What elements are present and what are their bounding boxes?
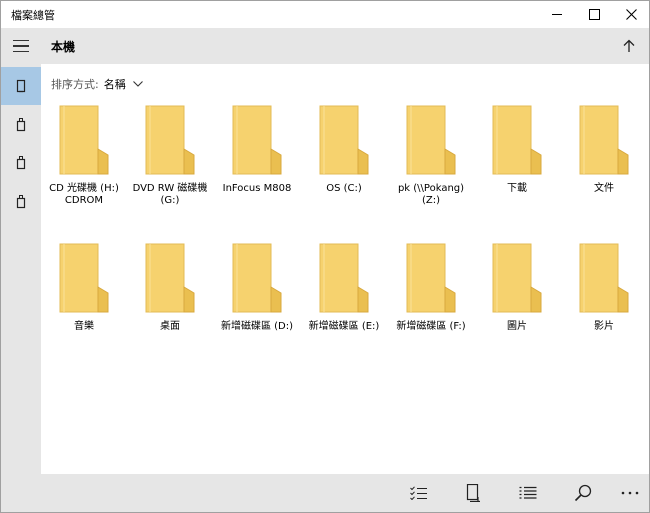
file-explorer-window: 檔案總管 本機 排序方式: 名稱 CD 光碟機 (H:) CDROM DVD R…: [0, 0, 650, 513]
folder-item[interactable]: 新增磁碟區 (D:): [214, 243, 300, 333]
sidebar-item-drive-3[interactable]: [1, 183, 41, 221]
folder-icon: [232, 243, 282, 313]
usb-drive-icon: [16, 156, 26, 170]
folder-item[interactable]: CD 光碟機 (H:) CDROM: [41, 105, 127, 207]
folder-icon: [492, 105, 542, 175]
folder-icon: [232, 105, 282, 175]
up-button[interactable]: [617, 34, 641, 58]
folder-thumbnail: [490, 243, 544, 313]
new-device-button[interactable]: [461, 481, 485, 505]
folder-thumbnail: [230, 243, 284, 313]
close-button[interactable]: [613, 1, 649, 28]
folder-thumbnail: [57, 105, 111, 175]
folder-item[interactable]: DVD RW 磁碟機 (G:): [127, 105, 213, 207]
folder-item[interactable]: 新增磁碟區 (F:): [388, 243, 474, 333]
app-title: 檔案總管: [11, 9, 55, 22]
folder-item[interactable]: InFocus M808: [214, 105, 300, 195]
view-button[interactable]: [516, 481, 540, 505]
folder-label: 新增磁碟區 (F:): [396, 321, 466, 332]
page-title: 本機: [51, 40, 76, 54]
folder-thumbnail: [143, 243, 197, 313]
folder-icon: [319, 105, 369, 175]
folder-icon: [59, 105, 109, 175]
maximize-button[interactable]: [576, 1, 612, 28]
folder-thumbnail: [404, 243, 458, 313]
folder-label: OS (C:): [326, 183, 362, 194]
folder-thumbnail: [577, 105, 631, 175]
folder-icon: [406, 243, 456, 313]
folder-icon: [579, 105, 629, 175]
folder-label: 新增磁碟區 (E:): [308, 321, 380, 332]
folder-item[interactable]: OS (C:): [301, 105, 387, 195]
device-icon: [16, 79, 26, 93]
folder-item[interactable]: 音樂: [41, 243, 127, 333]
list-view-icon: [519, 486, 537, 499]
folder-thumbnail: [404, 105, 458, 175]
bottom-app-bar: [41, 474, 649, 512]
sort-value: 名稱: [103, 78, 126, 91]
more-icon: [621, 491, 639, 495]
folder-label: CD 光碟機 (H:) CDROM: [49, 183, 119, 206]
search-button[interactable]: [571, 481, 595, 505]
sidebar: [1, 28, 41, 512]
hamburger-line: [13, 45, 29, 47]
folder-icon: [145, 243, 195, 313]
new-device-icon: [466, 484, 480, 502]
sort-dropdown[interactable]: 排序方式: 名稱: [51, 75, 143, 93]
folder-item[interactable]: 文件: [561, 105, 647, 195]
sidebar-item-this-pc[interactable]: [1, 67, 41, 105]
folder-thumbnail: [577, 243, 631, 313]
title-bar: 檔案總管: [1, 1, 649, 28]
hamburger-line: [13, 40, 29, 42]
arrow-up-icon: [623, 39, 635, 52]
folder-icon: [579, 243, 629, 313]
more-button[interactable]: [618, 481, 642, 505]
folder-label: 桌面: [160, 321, 180, 332]
folder-item[interactable]: 新增磁碟區 (E:): [301, 243, 387, 333]
select-button[interactable]: [407, 481, 431, 505]
folder-label: 音樂: [74, 321, 94, 332]
folder-icon: [319, 243, 369, 313]
folder-item[interactable]: 下載: [474, 105, 560, 195]
folder-label: DVD RW 磁碟機 (G:): [132, 183, 208, 206]
chevron-down-icon: [132, 81, 143, 87]
folder-item[interactable]: pk (\\Pokang) (Z:): [388, 105, 474, 207]
minimize-icon: [552, 14, 562, 15]
items-grid: CD 光碟機 (H:) CDROM DVD RW 磁碟機 (G:) InFocus …: [41, 101, 649, 471]
folder-thumbnail: [317, 243, 371, 313]
folder-item[interactable]: 圖片: [474, 243, 560, 333]
folder-label: 影片: [594, 321, 614, 332]
sidebar-item-drive-2[interactable]: [1, 144, 41, 182]
header-bar: 本機: [41, 28, 649, 64]
folder-icon: [492, 243, 542, 313]
folder-item[interactable]: 桌面: [127, 243, 213, 333]
folder-item[interactable]: 影片: [561, 243, 647, 333]
folder-icon: [406, 105, 456, 175]
sidebar-item-drive-1[interactable]: [1, 106, 41, 144]
usb-drive-icon: [16, 195, 26, 209]
maximize-icon: [588, 9, 600, 20]
hamburger-menu-button[interactable]: [1, 28, 41, 64]
select-list-icon: [410, 486, 427, 500]
usb-drive-icon: [16, 118, 26, 132]
folder-label: 下載: [507, 183, 527, 194]
folder-thumbnail: [143, 105, 197, 175]
hamburger-line: [13, 50, 29, 52]
folder-icon: [145, 105, 195, 175]
folder-thumbnail: [57, 243, 111, 313]
close-icon: [625, 9, 637, 20]
folder-thumbnail: [230, 105, 284, 175]
folder-label: 文件: [594, 183, 614, 194]
folder-thumbnail: [490, 105, 544, 175]
folder-label: 新增磁碟區 (D:): [220, 321, 294, 332]
sort-label: 排序方式:: [51, 78, 99, 91]
search-icon: [574, 484, 592, 502]
folder-label: InFocus M808: [222, 183, 292, 194]
minimize-button[interactable]: [539, 1, 575, 28]
folder-label: pk (\\Pokang) (Z:): [397, 183, 465, 206]
folder-thumbnail: [317, 105, 371, 175]
folder-label: 圖片: [507, 321, 527, 332]
folder-icon: [59, 243, 109, 313]
